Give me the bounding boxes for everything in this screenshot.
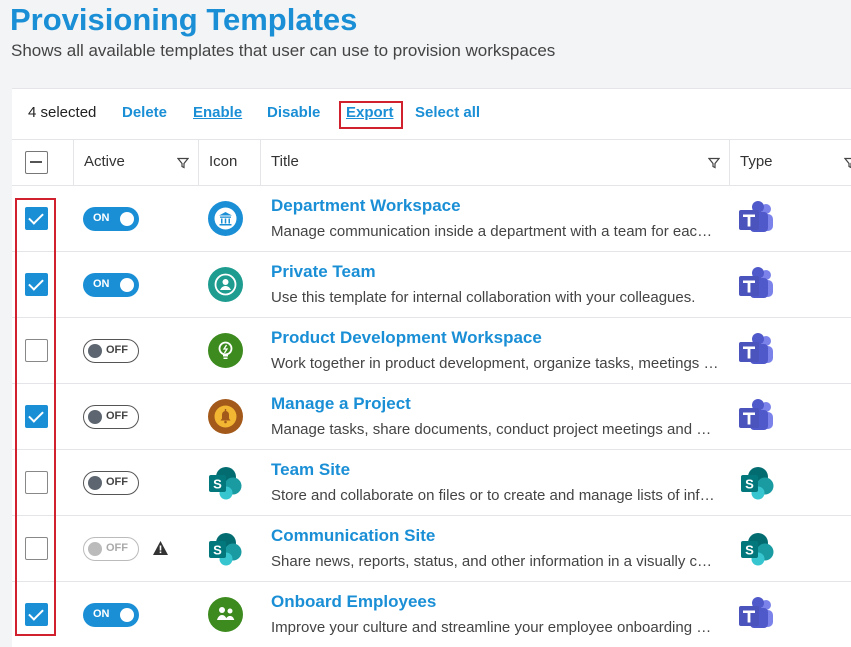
column-divider <box>260 140 261 186</box>
checkbox-column-highlight <box>15 198 56 636</box>
table-row[interactable]: OFF S Team Site Store and collaborate on… <box>12 450 851 516</box>
column-divider <box>73 140 74 186</box>
table-row[interactable]: OFF Product Development Workspace Work t… <box>12 318 851 384</box>
column-header-icon[interactable]: Icon <box>209 153 237 170</box>
svg-text:S: S <box>745 543 754 558</box>
template-title-link[interactable]: Team Site <box>271 460 350 480</box>
sharepoint-icon: S <box>741 467 774 500</box>
export-button[interactable]: Export <box>346 104 394 121</box>
svg-text:S: S <box>213 543 222 558</box>
templates-panel: 4 selected Delete Enable Disable Export … <box>12 88 851 647</box>
active-toggle[interactable]: OFF <box>83 339 139 363</box>
page-subtitle: Shows all available templates that user … <box>11 41 556 60</box>
svg-text:S: S <box>745 477 754 492</box>
template-title-link[interactable]: Manage a Project <box>271 394 411 414</box>
bank-icon <box>208 201 243 236</box>
active-toggle[interactable]: OFF <box>83 471 139 495</box>
user-badge-icon <box>208 267 243 302</box>
table-header: Active Icon Title Type <box>12 140 851 186</box>
template-title-link[interactable]: Communication Site <box>271 526 435 546</box>
action-bar: 4 selected Delete Enable Disable Export … <box>12 89 851 140</box>
active-toggle[interactable]: ON <box>83 273 139 297</box>
lightbulb-icon <box>208 333 243 368</box>
people-icon <box>208 597 243 632</box>
template-description: Manage tasks, share documents, conduct p… <box>271 421 719 438</box>
svg-text:S: S <box>213 477 222 492</box>
template-description: Improve your culture and streamline your… <box>271 619 719 636</box>
disable-button[interactable]: Disable <box>267 104 320 121</box>
teams-icon <box>739 597 773 628</box>
column-header-type[interactable]: Type <box>740 153 773 170</box>
page-title: Provisioning Templates <box>10 2 358 37</box>
active-toggle[interactable]: ON <box>83 207 139 231</box>
teams-icon <box>739 333 773 364</box>
column-header-active[interactable]: Active <box>84 153 125 170</box>
select-all-button[interactable]: Select all <box>415 104 480 121</box>
delete-button[interactable]: Delete <box>122 104 167 121</box>
template-title-link[interactable]: Product Development Workspace <box>271 328 542 348</box>
column-divider <box>198 140 199 186</box>
active-toggle[interactable]: OFF <box>83 405 139 429</box>
enable-button[interactable]: Enable <box>193 104 242 121</box>
column-header-title[interactable]: Title <box>271 153 299 170</box>
sharepoint-icon: S <box>741 533 774 566</box>
teams-icon <box>739 399 773 430</box>
table-row[interactable]: OFF Manage a Project Manage tasks, share… <box>12 384 851 450</box>
teams-icon <box>739 267 773 298</box>
template-description: Use this template for internal collabora… <box>271 289 696 306</box>
filter-icon[interactable] <box>177 157 189 169</box>
table-row[interactable]: ON Private Team Use this template for in… <box>12 252 851 318</box>
template-title-link[interactable]: Onboard Employees <box>271 592 436 612</box>
template-title-link[interactable]: Private Team <box>271 262 376 282</box>
template-description: Share news, reports, status, and other i… <box>271 553 719 570</box>
template-description: Manage communication inside a department… <box>271 223 719 240</box>
teams-icon <box>739 201 773 232</box>
select-all-checkbox[interactable] <box>25 151 48 174</box>
active-toggle[interactable]: OFF <box>83 537 139 561</box>
selected-count: 4 selected <box>28 104 97 121</box>
template-description: Store and collaborate on files or to cre… <box>271 487 719 504</box>
table-row[interactable]: ON Onboard Employees Improve your cultur… <box>12 582 851 647</box>
template-title-link[interactable]: Department Workspace <box>271 196 461 216</box>
filter-icon[interactable] <box>708 157 720 169</box>
template-description: Work together in product development, or… <box>271 355 719 372</box>
sharepoint-icon: S <box>209 533 242 566</box>
warning-icon <box>153 541 168 555</box>
active-toggle[interactable]: ON <box>83 603 139 627</box>
bell-icon <box>208 399 243 434</box>
sharepoint-icon: S <box>209 467 242 500</box>
table-row[interactable]: OFF S Communication Site Share news, rep… <box>12 516 851 582</box>
column-divider <box>729 140 730 186</box>
table-row[interactable]: ON Department Workspace Manage communica… <box>12 186 851 252</box>
filter-icon[interactable] <box>844 157 851 169</box>
